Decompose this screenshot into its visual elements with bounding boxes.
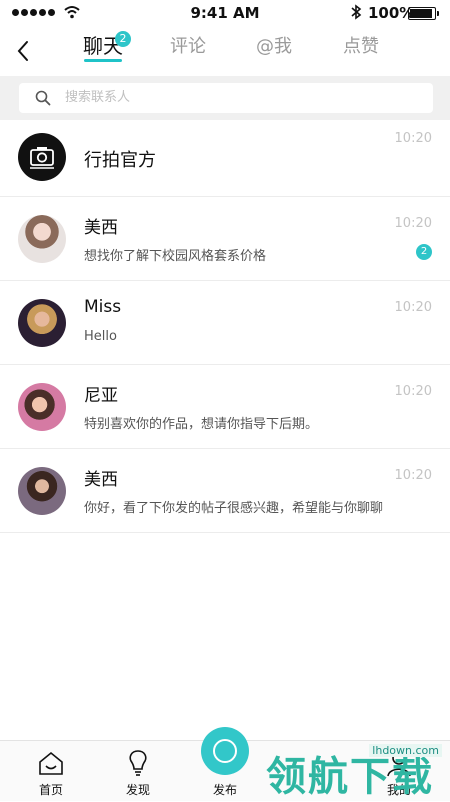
chat-row[interactable]: Miss Hello 10:20 <box>0 281 450 365</box>
avatar <box>18 215 66 263</box>
tab-publish-label: 发布 <box>212 783 237 797</box>
tab-discover[interactable]: 发现 <box>108 741 168 801</box>
chat-preview: Hello <box>84 329 117 344</box>
chat-name: 行拍官方 <box>84 150 156 171</box>
camera-icon <box>30 147 54 169</box>
chat-time: 10:20 <box>394 300 432 315</box>
back-arrow-icon[interactable] <box>14 38 34 64</box>
chat-time: 10:20 <box>394 131 432 146</box>
tab-mentions[interactable]: @我 <box>256 32 292 58</box>
avatar <box>18 467 66 515</box>
nav-bar: 聊天 2 评论 @我 点赞 <box>0 26 450 76</box>
avatar <box>18 383 66 431</box>
avatar <box>18 299 66 347</box>
tab-discover-label: 发现 <box>125 783 150 797</box>
search-icon <box>35 90 51 106</box>
search-box[interactable] <box>19 83 433 113</box>
chat-row[interactable]: 美西 你好，看了下你发的帖子很感兴趣，希望能与你聊聊 10:20 <box>0 449 450 533</box>
battery-icon <box>408 7 439 20</box>
publish-icon[interactable] <box>201 727 249 775</box>
status-bar: 9:41 AM 100% <box>0 0 450 26</box>
home-icon <box>39 751 63 775</box>
chat-name: 美西 <box>84 218 118 238</box>
avatar-official <box>18 133 66 181</box>
tab-chat-badge: 2 <box>115 31 131 47</box>
unread-badge: 2 <box>416 244 432 260</box>
chat-time: 10:20 <box>394 384 432 399</box>
tab-home-label: 首页 <box>38 783 63 797</box>
search-input[interactable] <box>65 83 405 113</box>
lightbulb-icon <box>129 750 147 776</box>
tab-likes[interactable]: 点赞 <box>343 32 379 58</box>
chat-preview: 特别喜欢你的作品，想请你指导下后期。 <box>84 417 319 432</box>
chat-row[interactable]: 尼亚 特别喜欢你的作品，想请你指导下后期。 10:20 <box>0 365 450 449</box>
chat-row[interactable]: 美西 想找你了解下校园风格套系价格 10:20 2 <box>0 197 450 281</box>
chat-preview: 想找你了解下校园风格套系价格 <box>84 249 267 264</box>
chat-preview: 你好，看了下你发的帖子很感兴趣，希望能与你聊聊 <box>84 501 384 516</box>
chat-name: Miss <box>84 297 122 317</box>
watermark-url: lhdown.com <box>369 744 442 757</box>
tab-comments[interactable]: 评论 <box>170 32 206 58</box>
watermark: 领航下载 lhdown.com <box>266 742 450 800</box>
chat-name: 尼亚 <box>84 386 118 406</box>
chat-time: 10:20 <box>394 216 432 231</box>
tab-home[interactable]: 首页 <box>21 741 81 801</box>
bluetooth-icon <box>351 4 362 20</box>
tab-active-indicator <box>84 59 122 62</box>
chat-row[interactable]: 行拍官方 10:20 <box>0 120 450 197</box>
chat-list: 行拍官方 10:20 美西 想找你了解下校园风格套系价格 10:20 2 Mis… <box>0 120 450 533</box>
search-area <box>0 76 450 120</box>
chat-name: 美西 <box>84 470 118 490</box>
chat-time: 10:20 <box>394 468 432 483</box>
